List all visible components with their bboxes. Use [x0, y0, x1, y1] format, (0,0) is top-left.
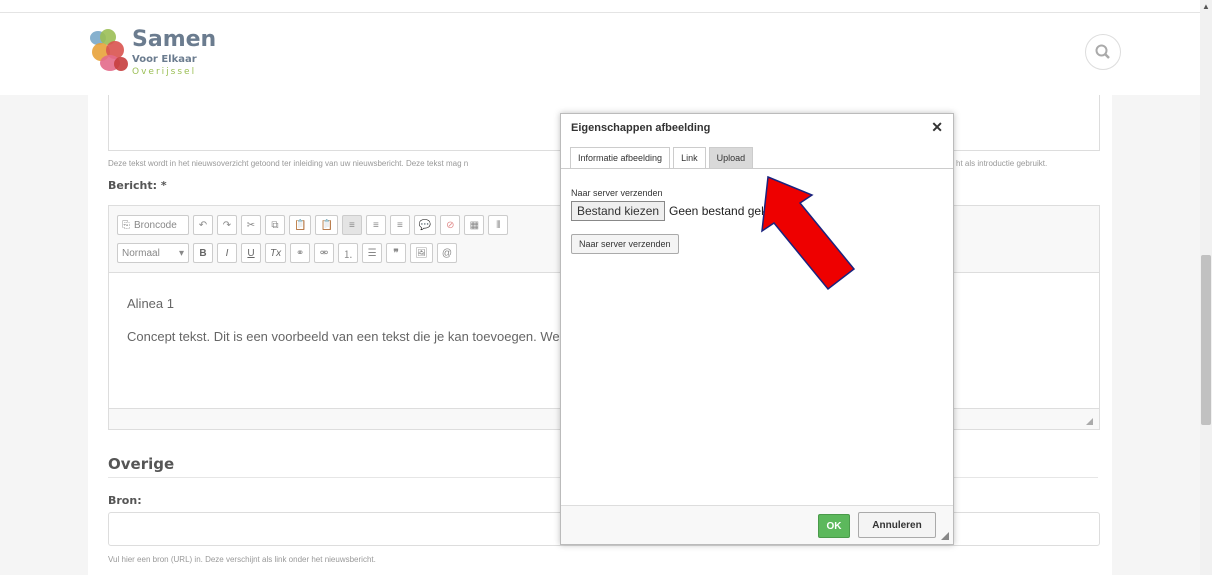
arrow-shape — [761, 175, 856, 291]
ok-button[interactable]: OK — [818, 514, 850, 538]
tab-link[interactable]: Link — [673, 147, 706, 168]
align-right-button[interactable]: ≡ — [389, 215, 410, 235]
remove-format-icon: Tx — [270, 247, 282, 259]
image-icon: 🖼 — [415, 247, 428, 259]
link-button[interactable]: ⚭ — [290, 243, 311, 263]
dialog-footer: OK Annuleren — [561, 505, 953, 544]
cut-icon: ✂ — [246, 219, 256, 231]
image-button[interactable]: 🖼 — [410, 243, 433, 263]
choose-file-button[interactable]: Bestand kiezen — [571, 201, 666, 221]
columns-button[interactable]: ⫴ — [488, 215, 509, 235]
at-icon: @ — [441, 247, 452, 259]
paste-icon: 📋 — [294, 219, 307, 231]
cancel-button[interactable]: Annuleren — [858, 512, 936, 538]
bullet-list-button[interactable]: ☰ — [362, 243, 383, 263]
align-center-button[interactable]: ≡ — [365, 215, 386, 235]
cut-button[interactable]: ✂ — [241, 215, 261, 235]
unlink-button[interactable]: ⚮ — [314, 243, 335, 263]
link-icon: ⚭ — [295, 247, 305, 259]
source-label: Broncode — [134, 219, 177, 231]
italic-icon: I — [225, 247, 229, 259]
unlink-icon: ⚮ — [319, 247, 329, 259]
numbered-list-button[interactable]: ⒈ — [338, 243, 359, 263]
upload-label: Naar server verzenden — [571, 188, 663, 198]
editor-paragraph-2: Concept tekst. Dit is een voorbeeld van … — [127, 329, 560, 344]
source-button[interactable]: ⎘ Broncode — [117, 215, 189, 235]
blockquote-button[interactable]: ❞ — [386, 243, 407, 263]
align-left-button[interactable]: ≡ — [341, 215, 362, 235]
intro-help-text: Deze tekst wordt in het nieuwsoverzicht … — [108, 159, 469, 168]
bold-button[interactable]: B — [193, 243, 213, 263]
page-scrollbar[interactable]: ▲ — [1200, 0, 1212, 575]
scrollbar-thumb[interactable] — [1201, 255, 1211, 425]
editor-resize-handle[interactable] — [1086, 418, 1093, 425]
bron-label: Bron: — [108, 494, 142, 507]
site-logo[interactable]: Samen Voor Elkaar Overijssel — [88, 27, 248, 85]
dialog-tabs: Informatie afbeelding Link Upload — [570, 147, 754, 168]
paste-button[interactable]: 📋 — [289, 215, 312, 235]
page-top-line — [0, 0, 1200, 13]
numbered-list-icon: ⒈ — [343, 249, 354, 261]
format-select[interactable]: Normaal ▾ — [117, 243, 189, 263]
bullet-list-icon: ☰ — [367, 247, 377, 259]
site-header: Samen Voor Elkaar Overijssel — [0, 13, 1200, 95]
undo-icon: ↶ — [198, 219, 208, 231]
search-button[interactable] — [1085, 34, 1121, 70]
remove-format-button[interactable]: Tx — [265, 243, 287, 263]
paste-text-button[interactable]: 📋 — [315, 215, 338, 235]
scroll-up-icon[interactable]: ▲ — [1202, 2, 1210, 11]
search-icon — [1095, 44, 1110, 59]
mention-button[interactable]: @ — [436, 243, 457, 263]
comment-button[interactable]: 💬 — [413, 215, 437, 235]
redo-icon: ↷ — [222, 219, 232, 231]
remove-comment-icon: ⊘ — [446, 219, 455, 231]
dialog-resize-handle[interactable] — [941, 532, 949, 540]
align-left-icon: ≡ — [348, 219, 355, 231]
paste-text-icon: 📋 — [320, 219, 333, 231]
undo-button[interactable]: ↶ — [193, 215, 213, 235]
columns-icon: ⫴ — [496, 219, 501, 231]
logo-subtitle: Voor Elkaar — [132, 54, 197, 65]
bron-help-text: Vul hier een bron (URL) in. Deze verschi… — [108, 555, 376, 564]
close-icon[interactable]: ✕ — [931, 119, 943, 136]
comment-icon: 💬 — [418, 219, 432, 231]
redo-button[interactable]: ↷ — [217, 215, 237, 235]
quote-icon: ❞ — [393, 247, 399, 259]
format-select-value: Normaal — [122, 247, 160, 259]
section-title-overige: Overige — [108, 455, 175, 473]
tab-image-info[interactable]: Informatie afbeelding — [570, 147, 671, 168]
source-icon: ⎘ — [122, 219, 130, 231]
underline-icon: U — [247, 247, 255, 259]
logo-region: Overijssel — [132, 67, 197, 77]
chevron-down-icon: ▾ — [178, 247, 184, 259]
remove-comment-button[interactable]: ⊘ — [440, 215, 461, 235]
bold-icon: B — [199, 247, 207, 259]
align-center-icon: ≡ — [372, 219, 379, 231]
align-right-icon: ≡ — [396, 219, 403, 231]
dialog-title: Eigenschappen afbeelding — [571, 122, 711, 134]
italic-button[interactable]: I — [217, 243, 237, 263]
bericht-label: Bericht: * — [108, 179, 167, 192]
underline-button[interactable]: U — [241, 243, 261, 263]
intro-help-text-tail: ht als introductie gebruikt. — [956, 159, 1048, 168]
red-arrow-annotation — [761, 175, 856, 291]
logo-title: Samen — [132, 27, 217, 52]
editor-paragraph-1: Alinea 1 — [127, 296, 174, 311]
table-icon: ▦ — [469, 219, 480, 231]
send-to-server-button[interactable]: Naar server verzenden — [571, 234, 679, 254]
copy-button[interactable]: ⧉ — [265, 215, 285, 235]
copy-icon: ⧉ — [271, 219, 279, 231]
table-button[interactable]: ▦ — [464, 215, 485, 235]
